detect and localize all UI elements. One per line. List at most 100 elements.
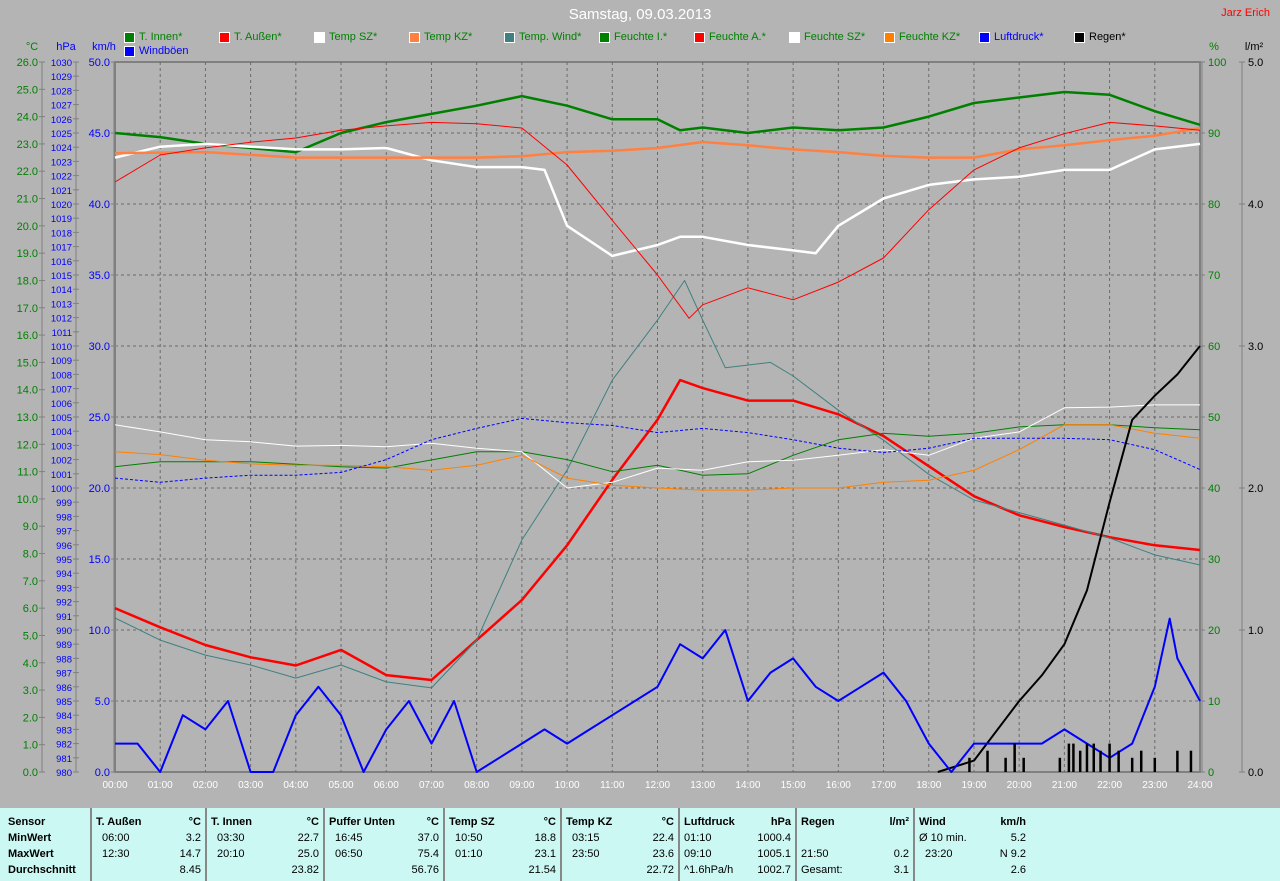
axis-tick-label-pressure: 1005 [51, 413, 72, 424]
axis-tick-label-humidity: 80 [1208, 199, 1220, 211]
axis-tick-label-pressure: 1021 [51, 186, 72, 197]
stats-column: T. Außen °C 06:00 3.2 12:30 14.7 8.45 [90, 808, 205, 881]
stat-value: 25.0 [297, 848, 319, 860]
stat-time: 01:10 [684, 832, 712, 844]
axis-tick-label-pressure: 987 [56, 669, 72, 680]
axis-tick-label-temp: 6.0 [23, 603, 38, 615]
stat-value: 18.8 [534, 832, 556, 844]
axis-tick-label-temp: 22.0 [17, 166, 38, 178]
stat-time: 06:00 [102, 832, 130, 844]
axis-tick-label-pressure: 1014 [51, 285, 72, 296]
stat-value: 0.2 [893, 848, 909, 860]
axis-tick-label-humidity: 20 [1208, 625, 1220, 637]
axis-tick-label-pressure: 1007 [51, 385, 72, 396]
x-tick-label: 09:00 [509, 780, 534, 791]
x-tick-label: 05:00 [329, 780, 354, 791]
column-header: Luftdruck [684, 816, 735, 828]
x-tick-label: 07:00 [419, 780, 444, 791]
axis-tick-label-pressure: 980 [56, 768, 72, 779]
stats-column: T. Innen °C 03:30 22.7 20:10 25.0 23.82 [205, 808, 323, 881]
axis-tick-label-temp: 10.0 [17, 494, 38, 506]
axis-tick-label-wind: 15.0 [89, 554, 110, 566]
x-tick-label: 00:00 [102, 780, 127, 791]
axis-tick-label-pressure: 1022 [51, 172, 72, 183]
stat-value: 1005.1 [757, 848, 791, 860]
stat-time: 06:50 [335, 848, 363, 860]
x-tick-label: 01:00 [148, 780, 173, 791]
stat-value: 56.76 [411, 864, 439, 876]
axis-tick-label-temp: 16.0 [17, 330, 38, 342]
x-tick-label: 20:00 [1007, 780, 1032, 791]
x-tick-label: 13:00 [690, 780, 715, 791]
column-header: T. Außen [96, 816, 142, 828]
stat-value: 22.72 [646, 864, 674, 876]
axis-tick-label-humidity: 50 [1208, 412, 1220, 424]
axis-tick-label-pressure: 1012 [51, 314, 72, 325]
stat-time: Gesamt: [801, 864, 843, 876]
stat-value: 22.4 [652, 832, 674, 844]
axis-tick-label-pressure: 1017 [51, 243, 72, 254]
x-tick-label: 22:00 [1097, 780, 1122, 791]
axis-tick-label-pressure: 1018 [51, 228, 72, 239]
axis-tick-label-temp: 18.0 [17, 275, 38, 287]
x-tick-label: 03:00 [238, 780, 263, 791]
column-unit: °C [543, 816, 556, 828]
stat-value: 1000.4 [757, 832, 791, 844]
axis-tick-label-temp: 21.0 [17, 194, 38, 206]
axis-tick-label-wind: 20.0 [89, 483, 110, 495]
x-tick-label: 18:00 [916, 780, 941, 791]
axis-tick-label-pressure: 1006 [51, 399, 72, 410]
axis-tick-label-pressure: 999 [56, 498, 72, 509]
axis-tick-label-temp: 1.0 [23, 740, 38, 752]
column-unit: l/m² [889, 816, 909, 828]
axis-tick-label-pressure: 995 [56, 555, 72, 566]
axis-tick-label-pressure: 981 [56, 754, 72, 765]
stat-value: 23.6 [652, 848, 674, 860]
axis-tick-label-temp: 7.0 [23, 576, 38, 588]
axis-tick-label-pressure: 1010 [51, 342, 72, 353]
stat-value: 14.7 [179, 848, 201, 860]
axis-tick-label-rain: 1.0 [1248, 625, 1263, 637]
stat-time: 01:10 [455, 848, 483, 860]
axis-label-humidity: % [1209, 41, 1219, 53]
axis-tick-label-pressure: 1004 [51, 427, 72, 438]
stat-value: 37.0 [417, 832, 439, 844]
axis-tick-label-pressure: 1008 [51, 370, 72, 381]
column-header: Wind [919, 816, 946, 828]
stats-column: Puffer Unten °C 16:45 37.0 06:50 75.4 56.76 [323, 808, 443, 881]
axis-tick-label-wind: 25.0 [89, 412, 110, 424]
axis-label-rain: l/m² [1245, 41, 1264, 53]
axis-tick-label-temp: 4.0 [23, 658, 38, 670]
column-header: Temp SZ [449, 816, 495, 828]
axis-tick-label-wind: 30.0 [89, 341, 110, 353]
axis-tick-label-pressure: 984 [56, 711, 72, 722]
axis-tick-label-temp: 0.0 [23, 767, 38, 779]
stat-time: 03:15 [572, 832, 600, 844]
column-header: Temp KZ [566, 816, 613, 828]
stat-time: 16:45 [335, 832, 363, 844]
stat-value: 8.45 [179, 864, 201, 876]
stats-column: Temp KZ °C 03:15 22.4 23:50 23.6 22.72 [560, 808, 678, 881]
axis-tick-label-temp: 14.0 [17, 385, 38, 397]
weather-chart: 00:00 01:00 02:00 03:00 04:00 05:00 06:00 07:00… [17, 41, 1264, 791]
axis-tick-label-temp: 24.0 [17, 112, 38, 124]
stat-time: 12:30 [102, 848, 130, 860]
axis-tick-label-pressure: 1009 [51, 356, 72, 367]
stat-value: N 9.2 [999, 848, 1026, 860]
axis-tick-label-temp: 12.0 [17, 439, 38, 451]
axis-tick-label-wind: 5.0 [95, 696, 110, 708]
x-tick-label: 06:00 [374, 780, 399, 791]
x-tick-label: 02:00 [193, 780, 218, 791]
axis-tick-label-temp: 17.0 [17, 303, 38, 315]
axis-tick-label-pressure: 1020 [51, 200, 72, 211]
x-tick-label: 19:00 [961, 780, 986, 791]
axis-tick-label-humidity: 40 [1208, 483, 1220, 495]
axis-tick-label-pressure: 1003 [51, 441, 72, 452]
axis-tick-label-pressure: 989 [56, 640, 72, 651]
axis-tick-label-wind: 35.0 [89, 270, 110, 282]
x-tick-label: 15:00 [781, 780, 806, 791]
axis-tick-label-pressure: 988 [56, 654, 72, 665]
axis-tick-label-temp: 26.0 [17, 57, 38, 69]
axis-tick-label-rain: 2.0 [1248, 483, 1263, 495]
axis-tick-label-pressure: 996 [56, 541, 72, 552]
